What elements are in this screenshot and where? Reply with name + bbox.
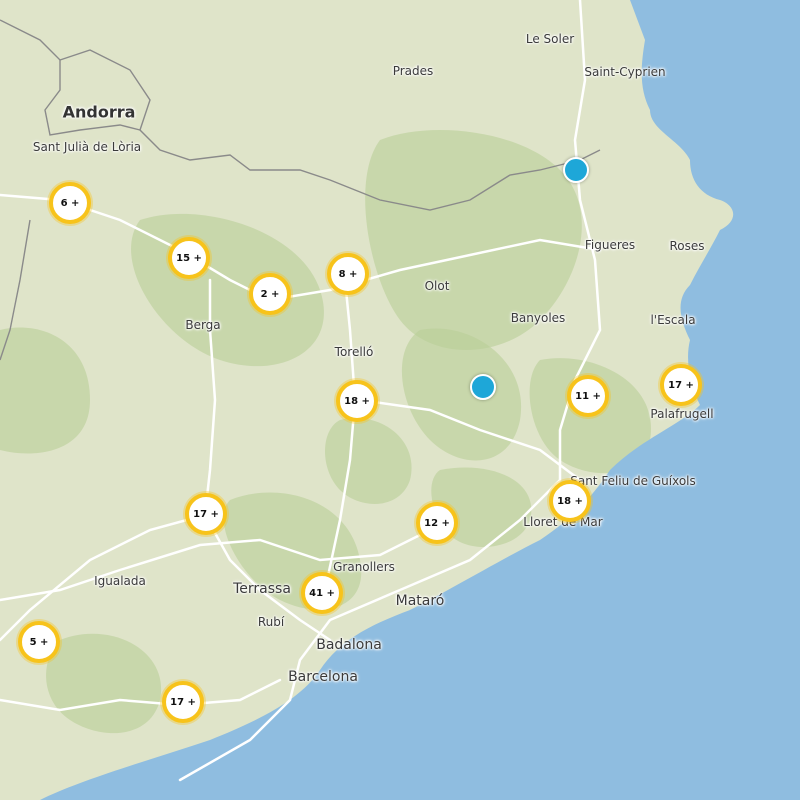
cluster-marker[interactable]: 2 + [249, 273, 291, 315]
place-label: Andorra [62, 102, 136, 122]
place-label: Sant Feliu de Guíxols [570, 474, 696, 488]
place-label: Igualada [94, 574, 146, 588]
place-label: Sant Julià de Lòria [32, 140, 142, 154]
place-label: Roses [669, 239, 705, 253]
place-label: Barcelona [288, 669, 358, 685]
place-label: Prades [392, 64, 434, 78]
place-label: Torelló [334, 345, 374, 359]
place-label: Rubí [257, 615, 285, 629]
cluster-marker[interactable]: 17 + [162, 681, 204, 723]
map-view[interactable]: Le Soler Prades Saint-Cyprien Andorra Sant J… [0, 0, 800, 800]
location-marker-icon[interactable] [470, 374, 496, 400]
place-label: Berga [185, 318, 221, 332]
place-label: Le Soler [525, 32, 575, 46]
place-label: Terrassa [233, 581, 291, 597]
place-label: Banyoles [510, 311, 566, 325]
cluster-marker[interactable]: 6 + [49, 182, 91, 224]
cluster-marker[interactable]: 11 + [567, 375, 609, 417]
cluster-marker[interactable]: 18 + [336, 380, 378, 422]
cluster-marker[interactable]: 17 + [660, 364, 702, 406]
cluster-marker[interactable]: 18 + [549, 480, 591, 522]
cluster-marker[interactable]: 12 + [416, 502, 458, 544]
place-label: Saint-Cyprien [584, 65, 666, 79]
place-label: Figueres [584, 238, 636, 252]
cluster-marker[interactable]: 15 + [168, 237, 210, 279]
place-label: Granollers [333, 560, 395, 574]
place-label: Olot [424, 279, 450, 293]
cluster-marker[interactable]: 17 + [185, 493, 227, 535]
place-label: l'Escala [650, 313, 696, 327]
cluster-marker[interactable]: 41 + [301, 572, 343, 614]
cluster-marker[interactable]: 8 + [327, 253, 369, 295]
place-label: Badalona [316, 637, 382, 653]
place-label: Mataró [395, 593, 445, 609]
place-label: Palafrugell [650, 407, 714, 421]
cluster-marker[interactable]: 5 + [18, 621, 60, 663]
location-marker-icon[interactable] [563, 157, 589, 183]
